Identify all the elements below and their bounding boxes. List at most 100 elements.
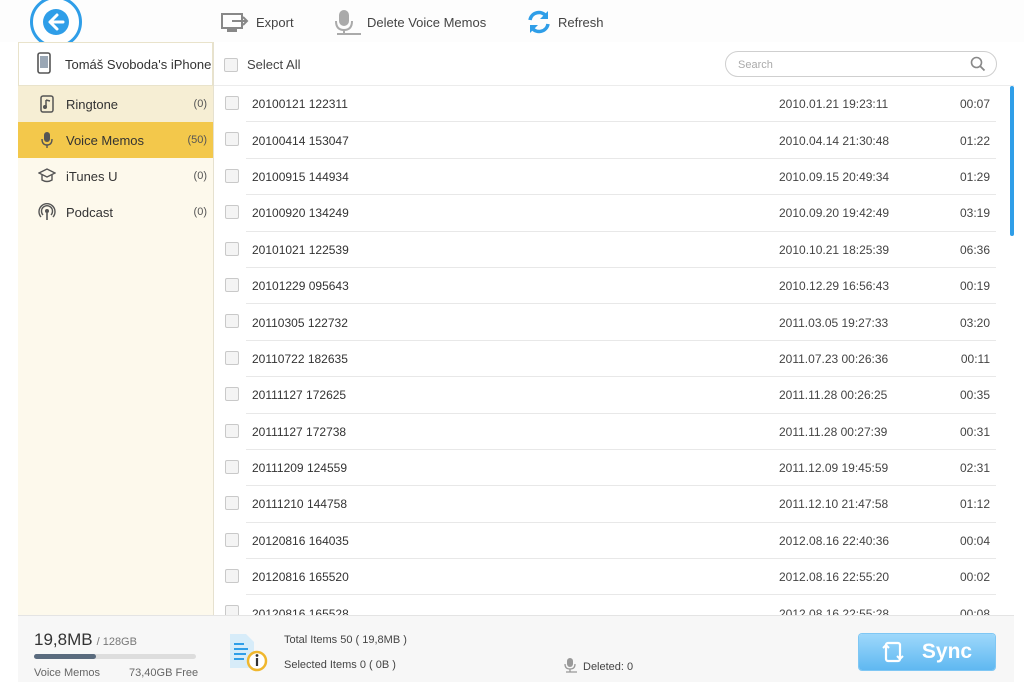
search-input[interactable] xyxy=(738,56,958,73)
table-row[interactable]: 20120816 165520 2012.08.16 22:55:20 00:02 xyxy=(214,559,1010,596)
row-checkbox[interactable] xyxy=(225,605,239,615)
memo-date: 2012.08.16 22:55:28 xyxy=(779,606,890,615)
back-arrow-icon xyxy=(43,9,69,35)
memo-name: 20101229 095643 xyxy=(252,279,349,294)
row-checkbox[interactable] xyxy=(225,423,239,438)
memo-duration: 00:04 xyxy=(959,533,990,548)
storage-capacity: / 128GB xyxy=(96,636,137,648)
memo-duration: 00:35 xyxy=(959,388,990,403)
deleted-count: Deleted: 0 xyxy=(563,657,633,676)
row-checkbox[interactable] xyxy=(225,387,239,402)
table-row[interactable]: 20100920 134249 2010.09.20 19:42:49 03:19 xyxy=(214,195,1010,232)
table-row[interactable]: 20100915 144934 2010.09.15 20:49:34 01:29 xyxy=(214,159,1010,196)
microphone-icon xyxy=(563,657,577,676)
row-checkbox[interactable] xyxy=(225,350,239,365)
storage-bar xyxy=(34,654,196,659)
table-row[interactable]: 20101021 122539 2010.10.21 18:25:39 06:36 xyxy=(214,232,1010,268)
memo-duration: 01:29 xyxy=(959,169,990,184)
row-checkbox[interactable] xyxy=(225,532,239,547)
memo-duration: 00:11 xyxy=(960,351,990,366)
list-header: Select All xyxy=(214,42,1014,86)
file-info-icon xyxy=(226,630,270,674)
select-all-checkbox[interactable] xyxy=(224,57,238,72)
table-row[interactable]: 20120816 165528 2012.08.16 22:55:28 00:08 xyxy=(214,595,1010,615)
sidebar-item-label: Podcast xyxy=(66,204,113,220)
memo-date: 2011.12.10 21:47:58 xyxy=(779,497,889,512)
status-footer: 19,8MB/ 128GB Voice Memos 73,40GB Free T… xyxy=(18,615,1014,682)
list-scrollbar[interactable] xyxy=(1010,86,1014,236)
memo-date: 2011.11.28 00:27:39 xyxy=(779,424,888,439)
storage-bar-fill xyxy=(34,654,96,659)
export-button[interactable]: Export xyxy=(220,8,294,36)
memo-name: 20120816 165528 xyxy=(252,606,349,615)
memo-duration: 00:31 xyxy=(959,424,990,439)
table-row[interactable]: 20110722 182635 2011.07.23 00:26:36 00:11 xyxy=(214,341,1010,378)
memo-name: 20120816 165520 xyxy=(252,570,349,585)
memo-date: 2012.08.16 22:55:20 xyxy=(779,570,890,585)
row-checkbox[interactable] xyxy=(225,241,239,256)
memo-date: 2010.09.20 19:42:49 xyxy=(779,206,890,221)
memo-date: 2010.09.15 20:49:34 xyxy=(779,169,890,184)
table-row[interactable]: 20120816 164035 2012.08.16 22:40:36 00:04 xyxy=(214,523,1010,560)
delete-label: Delete Voice Memos xyxy=(367,14,487,30)
row-checkbox[interactable] xyxy=(225,168,239,183)
sidebar-item-count: (0) xyxy=(193,170,207,182)
memo-name: 20101021 122539 xyxy=(252,242,349,257)
row-checkbox[interactable] xyxy=(225,132,239,147)
device-name: Tomáš Svoboda's iPhone xyxy=(65,56,212,72)
table-row[interactable]: 20101229 095643 2010.12.29 16:56:43 00:19 xyxy=(214,268,1010,305)
memo-date: 2011.03.05 19:27:33 xyxy=(779,315,889,330)
graduation-cap-icon xyxy=(38,168,56,184)
back-button[interactable] xyxy=(30,0,82,48)
row-checkbox[interactable] xyxy=(225,569,239,584)
row-checkbox[interactable] xyxy=(225,96,239,110)
table-row[interactable]: 20111127 172738 2011.11.28 00:27:39 00:31 xyxy=(214,414,1010,450)
memo-name: 20110722 182635 xyxy=(252,351,348,366)
memo-name: 20100915 144934 xyxy=(252,169,349,184)
memo-duration: 06:36 xyxy=(959,242,990,257)
sync-label: Sync xyxy=(921,640,973,663)
memo-name: 20111127 172738 xyxy=(252,424,347,439)
sync-button[interactable]: Sync xyxy=(859,634,995,670)
memo-name: 20111209 124559 xyxy=(252,461,347,476)
row-checkbox[interactable] xyxy=(225,459,239,474)
memo-date: 2011.12.09 19:45:59 xyxy=(779,461,889,476)
memo-duration: 00:19 xyxy=(959,279,990,294)
sidebar-item-podcast[interactable]: Podcast (0) xyxy=(18,194,213,230)
sync-icon xyxy=(882,640,904,664)
search-icon[interactable] xyxy=(970,56,986,77)
ringtone-icon xyxy=(38,95,56,113)
row-checkbox[interactable] xyxy=(225,277,239,292)
memo-date: 2010.12.29 16:56:43 xyxy=(779,279,890,294)
row-checkbox[interactable] xyxy=(225,314,239,329)
table-row[interactable]: 20110305 122732 2011.03.05 19:27:33 03:20 xyxy=(214,304,1010,341)
memo-date: 2010.01.21 19:23:11 xyxy=(779,97,889,112)
memo-name: 20111127 172625 xyxy=(252,388,347,403)
device-selector[interactable]: Tomáš Svoboda's iPhone xyxy=(18,42,213,86)
select-all[interactable]: Select All xyxy=(224,57,300,72)
memo-duration: 03:19 xyxy=(959,206,990,221)
sidebar-item-ringtone[interactable]: Ringtone (0) xyxy=(18,86,213,122)
export-label: Export xyxy=(256,14,294,30)
table-row[interactable]: 20111127 172625 2011.11.28 00:26:25 00:35 xyxy=(214,377,1010,414)
table-row[interactable]: 20111209 124559 2011.12.09 19:45:59 02:31 xyxy=(214,450,1010,487)
refresh-button[interactable]: Refresh xyxy=(526,8,604,36)
table-row[interactable]: 20100414 153047 2010.04.14 21:30:48 01:22 xyxy=(214,122,1010,159)
sidebar-item-voice-memos[interactable]: Voice Memos (50) xyxy=(18,122,213,158)
memo-duration: 00:07 xyxy=(959,97,990,112)
table-row[interactable]: 20111210 144758 2011.12.10 21:47:58 01:12 xyxy=(214,486,1010,523)
sidebar-item-count: (50) xyxy=(187,134,207,146)
refresh-icon xyxy=(526,9,552,35)
search-box[interactable] xyxy=(725,51,997,77)
memo-name: 20100414 153047 xyxy=(252,133,349,148)
memo-date: 2012.08.16 22:40:36 xyxy=(779,533,890,548)
sidebar-item-itunes-u[interactable]: iTunes U (0) xyxy=(18,158,213,194)
row-checkbox[interactable] xyxy=(225,496,239,511)
podcast-icon xyxy=(38,203,56,221)
delete-voice-memos-button[interactable]: Delete Voice Memos xyxy=(331,8,486,36)
toolbar: Export Delete Voice Memos Refresh xyxy=(0,0,1024,48)
row-checkbox[interactable] xyxy=(225,205,239,220)
storage-category: Voice Memos xyxy=(34,667,101,679)
table-row[interactable]: 20100121 122311 2010.01.21 19:23:11 00:07 xyxy=(214,86,1010,123)
memo-date: 2011.07.23 00:26:36 xyxy=(779,351,889,366)
